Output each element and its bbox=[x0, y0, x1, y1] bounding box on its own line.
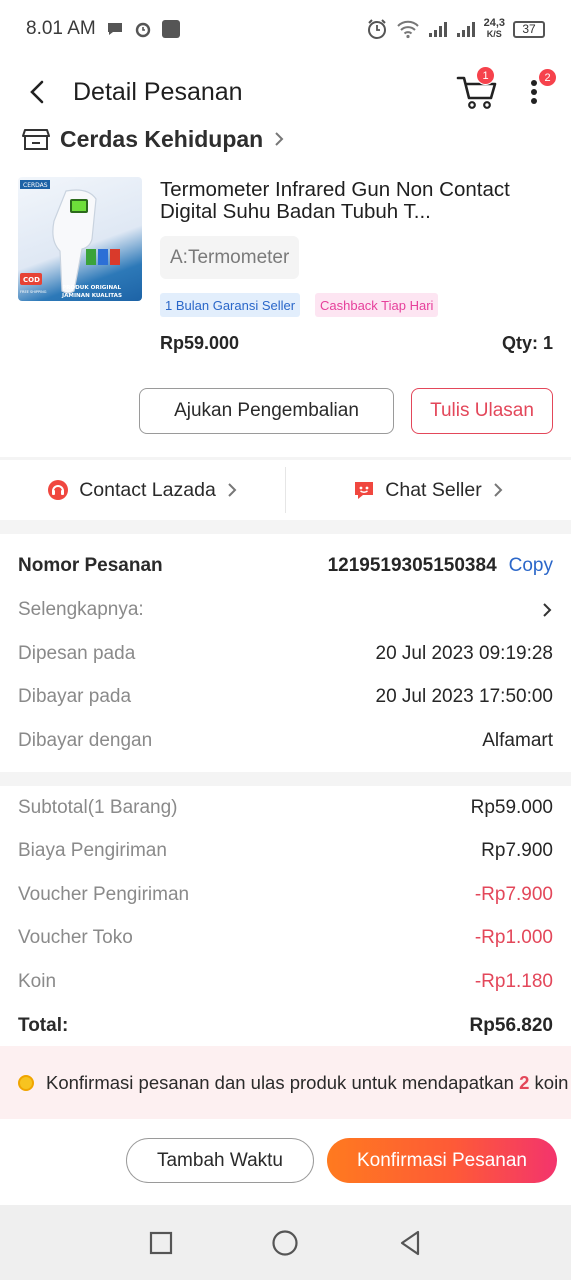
coin-icon bbox=[18, 1074, 34, 1091]
contact-lazada-label: Contact Lazada bbox=[79, 478, 216, 501]
chevron-left-icon bbox=[30, 80, 44, 104]
shipping-fee-value: Rp7.900 bbox=[481, 840, 553, 861]
request-return-button[interactable]: Ajukan Pengembalian bbox=[139, 388, 394, 434]
wifi-icon bbox=[396, 20, 419, 39]
network-speed: 24,3 K/S bbox=[483, 17, 505, 40]
cart-button[interactable]: 1 bbox=[456, 66, 498, 110]
extend-time-button[interactable]: Tambah Waktu bbox=[126, 1138, 314, 1183]
order-number-label: Nomor Pesanan bbox=[18, 555, 163, 576]
warranty-tag: 1 Bulan Garansi Seller bbox=[160, 293, 301, 317]
shipping-voucher-value: -Rp7.900 bbox=[474, 884, 553, 905]
total-row: Total: Rp56.820 bbox=[18, 1013, 553, 1039]
chevron-right-icon bbox=[228, 483, 237, 497]
total-label: Total: bbox=[18, 1015, 69, 1036]
cart-badge: 1 bbox=[476, 66, 495, 85]
coin-label: Koin bbox=[18, 971, 57, 992]
status-bar: 8.01 AM 24,3 K/S 37 bbox=[0, 0, 571, 58]
alarm-icon bbox=[135, 22, 150, 38]
alarm-clock-icon bbox=[367, 19, 386, 39]
subtotal-label: Subtotal(1 Barang) bbox=[18, 797, 178, 818]
ordered-at-label: Dipesan pada bbox=[18, 643, 136, 664]
contact-row: Contact Lazada Chat Seller bbox=[0, 460, 571, 520]
shop-voucher-row: Voucher Toko -Rp1.000 bbox=[18, 925, 553, 951]
shop-name: Cerdas Kehidupan bbox=[60, 125, 264, 152]
paid-at-value: 20 Jul 2023 17:50:00 bbox=[375, 686, 554, 707]
shop-voucher-value: -Rp1.000 bbox=[474, 927, 553, 948]
copy-order-number-button[interactable]: Copy bbox=[509, 555, 553, 577]
product-variant: A:Termometer bbox=[160, 236, 300, 279]
order-number-value: 1219519305150384 bbox=[327, 555, 497, 576]
app-header: Detail Pesanan 1 2 bbox=[0, 66, 571, 118]
order-more-row[interactable]: Selengkapnya: bbox=[18, 597, 553, 623]
shipping-voucher-label: Voucher Pengiriman bbox=[18, 884, 190, 905]
order-more-label: Selengkapnya: bbox=[18, 599, 144, 620]
payment-method-row: Dibayar dengan Alfamart bbox=[18, 728, 553, 754]
page-title: Detail Pesanan bbox=[73, 77, 243, 106]
section-divider bbox=[0, 520, 571, 534]
product-qty: Qty: 1 bbox=[501, 333, 553, 353]
ordered-at-value: 20 Jul 2023 09:19:28 bbox=[375, 643, 554, 664]
back-button[interactable] bbox=[18, 72, 58, 112]
image-free-shipping-text: FREE SHIPPING bbox=[20, 290, 47, 294]
status-time: 8.01 AM bbox=[26, 18, 96, 39]
write-review-button[interactable]: Tulis Ulasan bbox=[411, 388, 553, 434]
chevron-right-icon bbox=[543, 603, 552, 617]
battery-indicator: 37 bbox=[513, 20, 545, 38]
chat-seller-label: Chat Seller bbox=[385, 478, 482, 501]
shop-voucher-label: Voucher Toko bbox=[18, 927, 133, 948]
section-divider bbox=[0, 772, 571, 786]
image-caption-2: JAMINAN KUALITAS bbox=[61, 293, 122, 299]
total-value: Rp56.820 bbox=[469, 1015, 553, 1036]
chat-seller-button[interactable]: Chat Seller bbox=[286, 479, 571, 502]
confirm-reward-banner: Konfirmasi pesanan dan ulas produk untuk… bbox=[0, 1046, 571, 1119]
signal-icon-2 bbox=[456, 22, 475, 37]
coin-count: 2 bbox=[519, 1072, 530, 1093]
shipping-fee-label: Biaya Pengiriman bbox=[18, 840, 167, 861]
contact-lazada-button[interactable]: Contact Lazada bbox=[0, 479, 285, 502]
subtotal-row: Subtotal(1 Barang) Rp59.000 bbox=[18, 795, 553, 821]
paid-at-row: Dibayar pada 20 Jul 2023 17:50:00 bbox=[18, 684, 553, 710]
headset-icon bbox=[48, 480, 69, 500]
chat-icon bbox=[355, 482, 374, 499]
more-badge: 2 bbox=[538, 68, 557, 87]
store-icon bbox=[22, 129, 50, 150]
shop-link[interactable]: Cerdas Kehidupan bbox=[22, 122, 285, 156]
confirm-order-button[interactable]: Konfirmasi Pesanan bbox=[327, 1138, 557, 1183]
recent-apps-icon[interactable] bbox=[149, 1231, 173, 1255]
banner-text: Konfirmasi pesanan dan ulas produk untuk… bbox=[46, 1072, 569, 1093]
chevron-right-icon bbox=[275, 132, 284, 146]
home-icon[interactable] bbox=[271, 1229, 299, 1257]
more-menu-button[interactable]: 2 bbox=[524, 68, 557, 108]
image-caption-1: PRODUK ORIGINAL bbox=[62, 285, 121, 291]
product-image[interactable]: CERDAS COD FREE SHIPPING PRODUK ORIGINAL… bbox=[18, 177, 142, 301]
app-notification-icon bbox=[161, 20, 180, 38]
coin-row: Koin -Rp1.180 bbox=[18, 969, 553, 995]
signal-icon-1 bbox=[428, 22, 447, 37]
ordered-at-row: Dipesan pada 20 Jul 2023 09:19:28 bbox=[18, 641, 553, 667]
message-icon bbox=[107, 23, 122, 35]
system-nav-bar bbox=[0, 1205, 571, 1280]
image-cod-text: COD bbox=[23, 276, 40, 284]
back-nav-icon[interactable] bbox=[398, 1230, 422, 1256]
shipping-voucher-row: Voucher Pengiriman -Rp7.900 bbox=[18, 882, 553, 908]
paid-at-label: Dibayar pada bbox=[18, 686, 132, 707]
payment-method-label: Dibayar dengan bbox=[18, 730, 153, 751]
payment-method-value: Alfamart bbox=[482, 730, 553, 751]
coin-value: -Rp1.180 bbox=[474, 971, 553, 992]
cashback-tag: Cashback Tiap Hari bbox=[315, 293, 439, 317]
product-name[interactable]: Termometer Infrared Gun Non Contact Digi… bbox=[160, 179, 555, 223]
product-price: Rp59.000 bbox=[160, 333, 240, 353]
order-number-row: Nomor Pesanan 1219519305150384 Copy bbox=[18, 553, 553, 579]
chevron-right-icon bbox=[494, 483, 503, 497]
image-brand-text: CERDAS bbox=[23, 182, 48, 189]
subtotal-value: Rp59.000 bbox=[470, 797, 553, 818]
shipping-fee-row: Biaya Pengiriman Rp7.900 bbox=[18, 838, 553, 864]
thermometer-product-illustration: CERDAS COD FREE SHIPPING PRODUK ORIGINAL… bbox=[20, 180, 122, 299]
